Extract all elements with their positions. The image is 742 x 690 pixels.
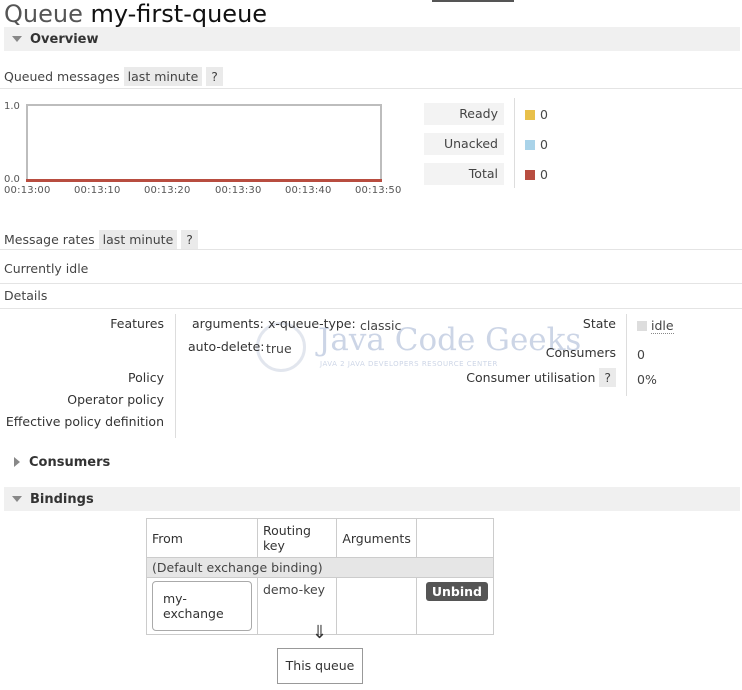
effective-policy-label: Effective policy definition (5, 414, 164, 429)
queued-messages-help[interactable]: ? (206, 67, 223, 86)
legend-unacked-label: Unacked (424, 133, 504, 155)
total-swatch-icon (525, 169, 535, 180)
down-arrow-icon: ⇓ (312, 622, 328, 643)
legend-ready-value: 0 (525, 107, 548, 122)
unacked-swatch-icon (525, 139, 535, 150)
consumers-header: Consumers (29, 454, 111, 470)
legend-divider (514, 98, 515, 188)
col-actions (415, 518, 495, 558)
page-title: Queue my-first-queue (4, 0, 267, 28)
idle-status-icon (637, 321, 647, 331)
x-queue-type-key: x-queue-type: (268, 316, 356, 331)
page-title-prefix: Queue (4, 0, 83, 28)
consumers-value: 0 (637, 347, 645, 362)
watermark-subtext: JAVA 2 JAVA DEVELOPERS RESOURCE CENTER (320, 360, 498, 368)
col-routing-key: Routing key (256, 518, 338, 558)
queued-messages-label: Queued messages (4, 69, 120, 84)
default-binding-row: (Default exchange binding) (146, 557, 494, 578)
details-divider (175, 314, 176, 438)
exchange-link[interactable]: my-exchange (152, 581, 252, 631)
consumers-label: Consumers (545, 345, 616, 360)
chart-x-tick: 00:13:50 (355, 185, 402, 196)
collapse-triangle-icon (12, 496, 22, 502)
legend-ready-label: Ready (424, 103, 504, 125)
consumer-utilisation-row: Consumer utilisation ? (440, 368, 616, 387)
ready-swatch-icon (525, 109, 535, 120)
unbind-button[interactable]: Unbind (425, 582, 488, 601)
message-rates-label: Message rates (4, 232, 95, 247)
chart-x-tick: 00:13:10 (74, 185, 121, 196)
consumer-utilisation-help[interactable]: ? (599, 368, 616, 387)
operator-policy-label: Operator policy (67, 392, 164, 407)
chart-x-tick: 00:13:40 (285, 185, 332, 196)
consumer-utilisation-label: Consumer utilisation (466, 370, 596, 385)
total-count: 0 (540, 167, 548, 182)
status-text: Currently idle (4, 261, 89, 276)
divider (0, 88, 742, 89)
consumer-utilisation-value: 0% (637, 372, 657, 387)
this-queue-box: This queue (277, 648, 363, 684)
top-rule (432, 0, 514, 2)
binding-arguments (336, 577, 417, 635)
chart-x-tick: 00:13:30 (215, 185, 262, 196)
x-queue-type-value: classic (360, 318, 402, 333)
divider (0, 283, 742, 284)
state-label: State (582, 316, 616, 331)
overview-section-toggle[interactable]: Overview (4, 27, 740, 51)
table-header-row: From Routing key Arguments (146, 518, 495, 558)
default-binding-text: (Default exchange binding) (146, 557, 494, 578)
chart-y-top: 1.0 (4, 101, 20, 112)
binding-actions-cell: Unbind (415, 577, 495, 635)
details-divider-right (626, 314, 627, 396)
chart-y-bottom: 0.0 (4, 174, 20, 185)
state-value: idle (637, 318, 674, 334)
queue-name: my-first-queue (90, 0, 268, 28)
col-arguments: Arguments (336, 518, 417, 558)
auto-delete-key: auto-delete: (188, 339, 265, 354)
features-label: Features (110, 316, 164, 331)
queued-messages-row: Queued messages last minute ? (4, 67, 223, 86)
binding-from-cell: my-exchange (146, 577, 258, 635)
message-rates-row: Message rates last minute ? (4, 230, 198, 249)
unacked-count: 0 (540, 137, 548, 152)
message-rates-help[interactable]: ? (181, 230, 198, 249)
arguments-key: arguments: (192, 316, 264, 331)
message-rates-range[interactable]: last minute (98, 230, 178, 249)
chart-x-tick: 00:13:00 (4, 185, 51, 196)
policy-label: Policy (128, 370, 164, 385)
queued-messages-range[interactable]: last minute (123, 67, 203, 86)
chart-total-line (26, 179, 382, 182)
queued-messages-chart (26, 104, 382, 182)
legend-total-label: Total (424, 163, 504, 185)
auto-delete-value: true (266, 341, 292, 356)
expand-triangle-icon (14, 457, 20, 467)
state-text: idle (651, 318, 674, 334)
bindings-table: From Routing key Arguments (Default exch… (146, 518, 495, 635)
ready-count: 0 (540, 107, 548, 122)
col-from: From (146, 518, 258, 558)
collapse-triangle-icon (12, 36, 22, 42)
bindings-section-toggle[interactable]: Bindings (4, 487, 740, 511)
legend-unacked-value: 0 (525, 137, 548, 152)
consumers-section-toggle[interactable]: Consumers (4, 450, 740, 474)
details-label: Details (4, 288, 48, 303)
divider (0, 249, 742, 250)
legend-total-value: 0 (525, 167, 548, 182)
bindings-header: Bindings (30, 491, 94, 507)
divider (0, 308, 742, 309)
overview-header: Overview (30, 31, 99, 47)
chart-x-tick: 00:13:20 (144, 185, 191, 196)
